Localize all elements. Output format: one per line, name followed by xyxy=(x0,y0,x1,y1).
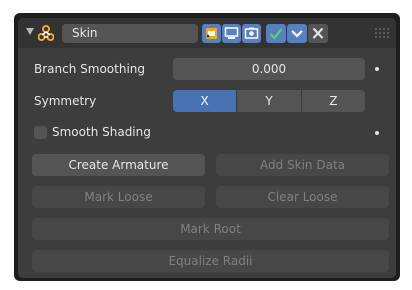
disclosure-triangle-icon[interactable] xyxy=(26,28,34,35)
branch-smoothing-field[interactable]: 0.000 xyxy=(173,58,365,80)
create-armature-button[interactable]: Create Armature xyxy=(32,154,205,176)
modifier-menu-button[interactable] xyxy=(287,24,307,43)
skin-modifier-panel: Skin Branch Smoothing 0.000 Symmetry X Y… xyxy=(18,18,396,278)
smooth-shading-label[interactable]: Smooth Shading xyxy=(52,122,151,142)
modifier-header: Skin xyxy=(18,18,396,48)
mark-loose-button[interactable]: Mark Loose xyxy=(32,186,205,208)
viewport-display-icon[interactable] xyxy=(222,24,241,43)
mark-root-button[interactable]: Mark Root xyxy=(32,218,389,240)
symmetry-x-toggle[interactable]: X xyxy=(173,90,237,112)
render-camera-icon[interactable] xyxy=(242,24,261,43)
symmetry-z-toggle[interactable]: Z xyxy=(300,90,365,112)
symmetry-label: Symmetry xyxy=(34,94,97,108)
drag-grip-icon[interactable] xyxy=(375,28,389,38)
equalize-radii-button[interactable]: Equalize Radii xyxy=(32,250,389,272)
close-icon xyxy=(312,27,324,39)
delete-modifier-button[interactable] xyxy=(308,24,328,43)
branch-smoothing-label: Branch Smoothing xyxy=(34,62,145,76)
apply-button[interactable] xyxy=(266,24,286,43)
animate-property-dot[interactable] xyxy=(375,131,379,135)
modifier-name-field[interactable]: Skin xyxy=(62,24,198,43)
smooth-shading-checkbox[interactable] xyxy=(34,126,47,139)
clear-loose-button[interactable]: Clear Loose xyxy=(216,186,389,208)
skin-modifier-icon xyxy=(38,25,54,41)
add-skin-data-button[interactable]: Add Skin Data xyxy=(216,154,389,176)
symmetry-toggle-group: X Y Z xyxy=(173,90,365,112)
animate-property-dot[interactable] xyxy=(375,67,379,71)
edit-mode-icon[interactable] xyxy=(202,24,221,43)
checkmark-icon xyxy=(269,28,283,40)
chevron-down-icon xyxy=(291,30,303,38)
symmetry-y-toggle[interactable]: Y xyxy=(236,90,301,112)
